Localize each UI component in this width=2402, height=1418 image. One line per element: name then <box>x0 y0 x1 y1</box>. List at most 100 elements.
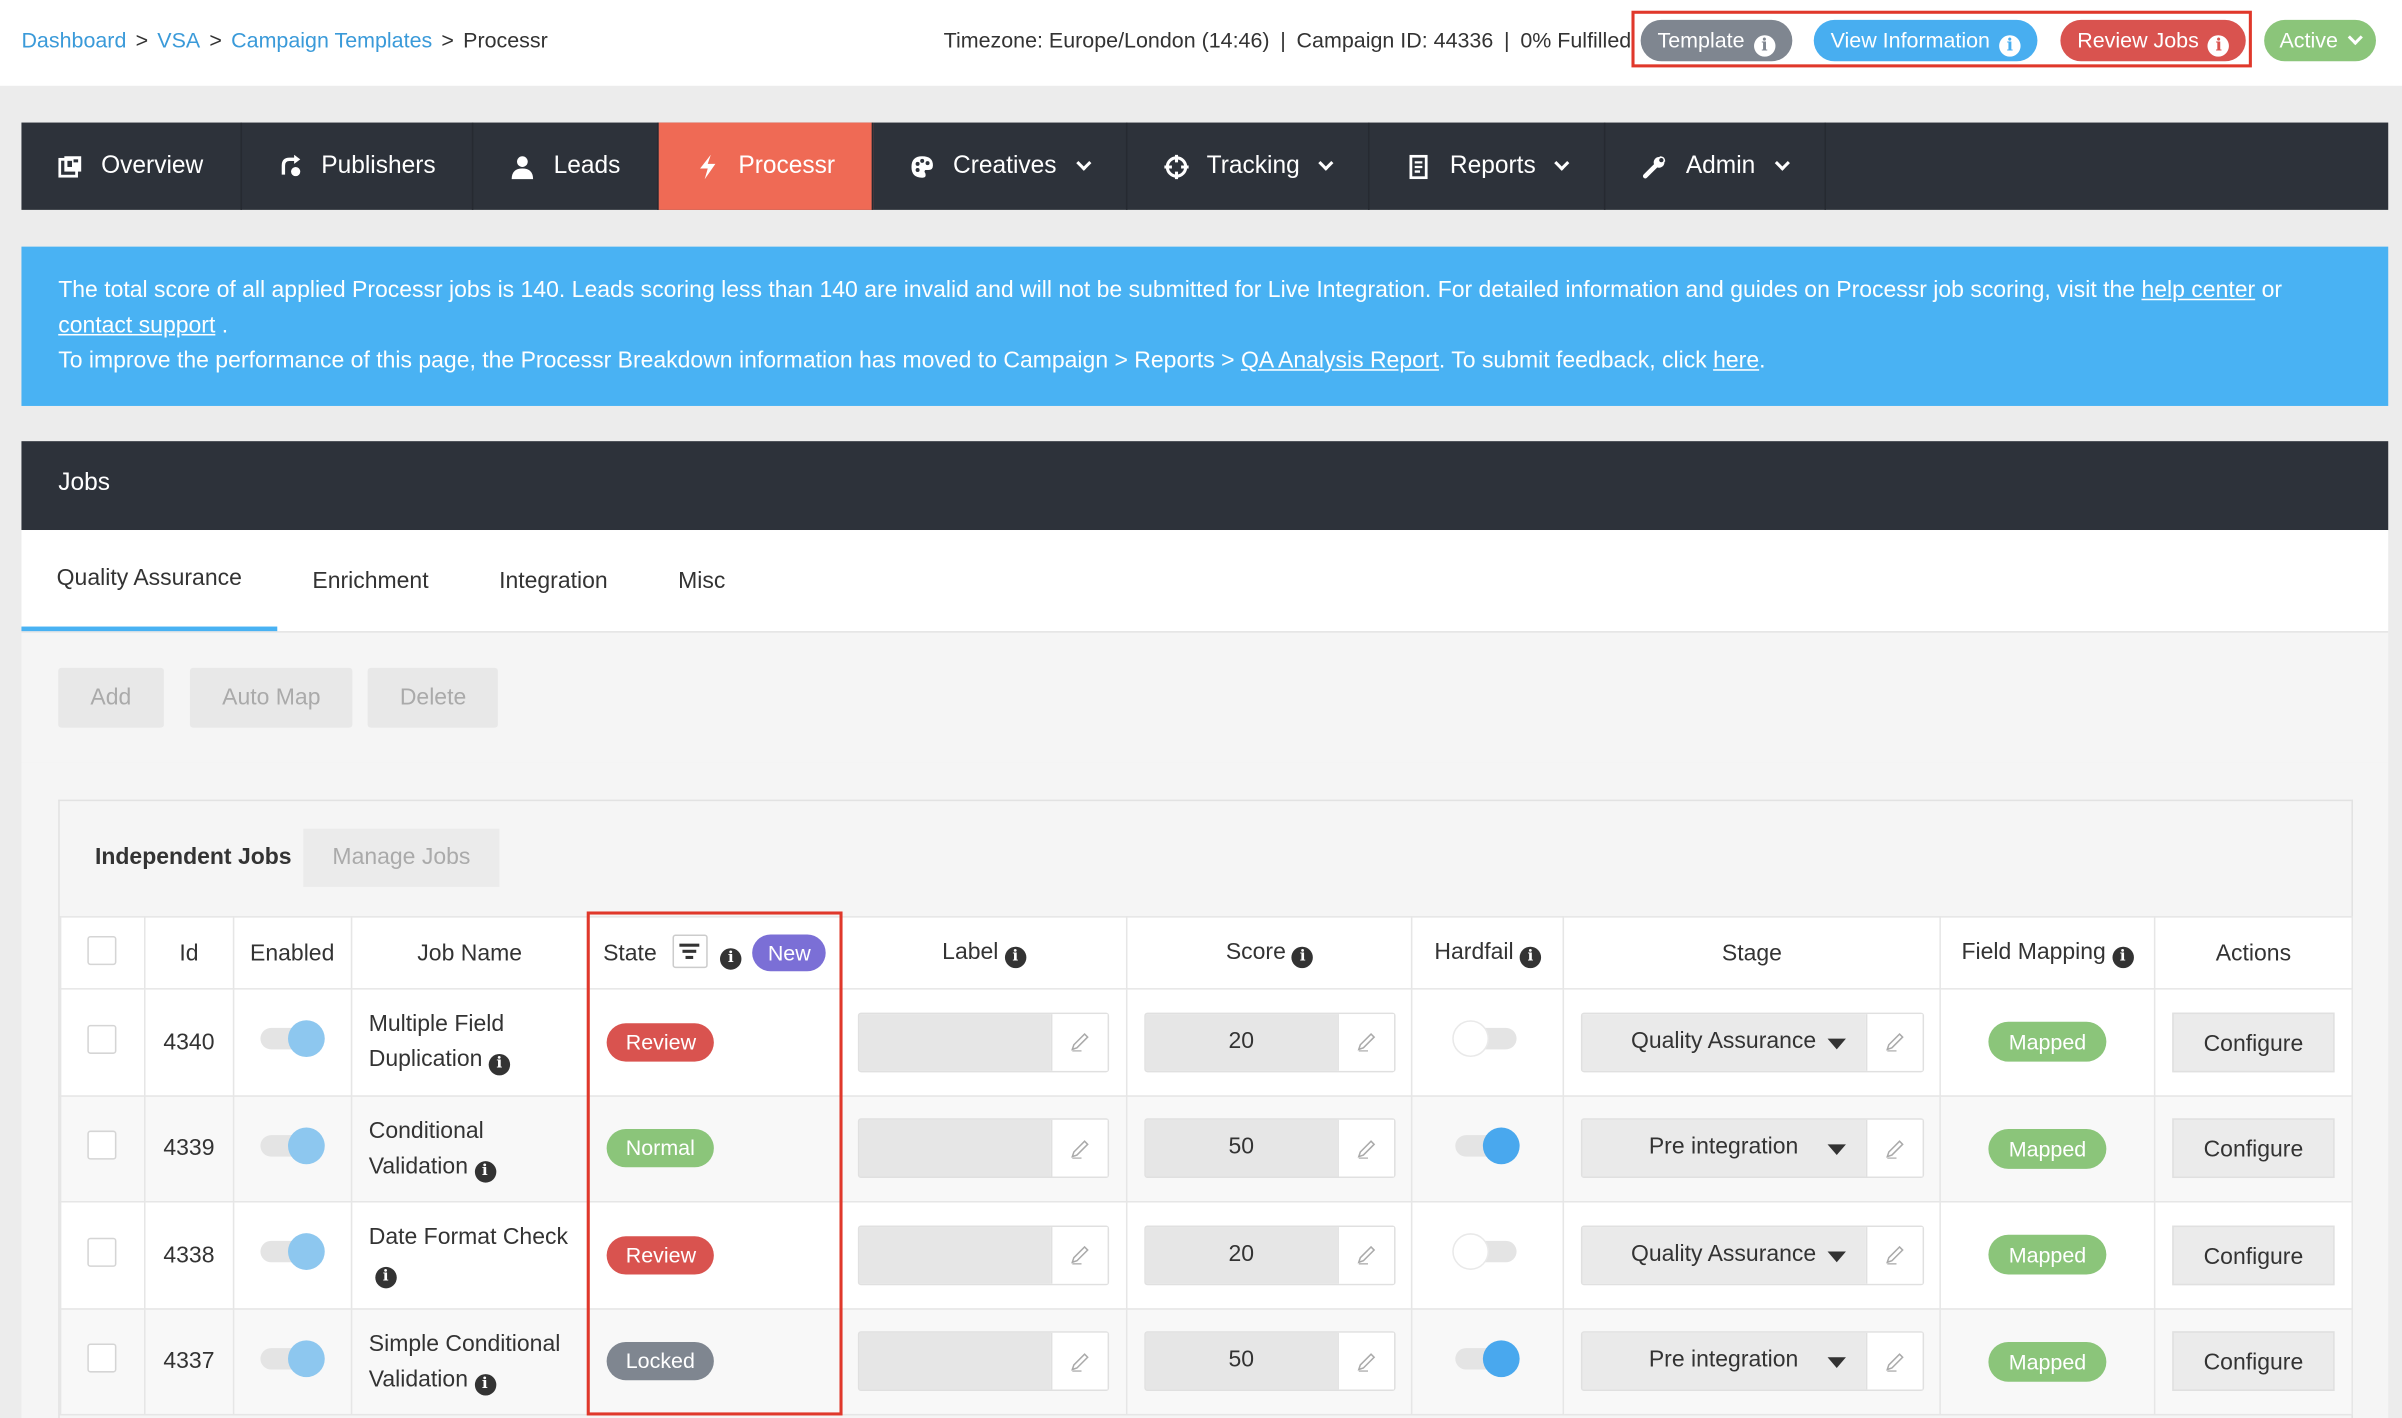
pencil-icon[interactable] <box>1337 1013 1394 1071</box>
row-checkbox[interactable] <box>87 1024 118 1054</box>
breadcrumb-dashboard[interactable]: Dashboard <box>21 28 126 53</box>
stage-select[interactable]: Pre integration <box>1581 1120 1866 1177</box>
row-checkbox[interactable] <box>87 1237 118 1267</box>
configure-button[interactable]: Configure <box>2172 1225 2334 1285</box>
status-dropdown[interactable]: Active <box>2264 19 2377 62</box>
pencil-icon[interactable] <box>1051 1333 1109 1390</box>
hardfail-toggle[interactable] <box>1455 1340 1520 1377</box>
row-checkbox[interactable] <box>87 1343 118 1373</box>
nav-leads[interactable]: Leads <box>474 122 659 210</box>
stage-select[interactable]: Quality Assurance <box>1581 1013 1866 1071</box>
pencil-icon[interactable] <box>1337 1333 1394 1390</box>
configure-button[interactable]: Configure <box>2172 1118 2334 1179</box>
actions-cell: Configure <box>2153 1201 2353 1310</box>
pencil-icon[interactable] <box>1865 1333 1922 1390</box>
delete-button[interactable]: Delete <box>367 667 499 728</box>
nav-label: Publishers <box>321 152 436 179</box>
qa-analysis-report-link[interactable]: QA Analysis Report <box>1241 348 1439 374</box>
feedback-here-link[interactable]: here <box>1713 348 1759 374</box>
filter-icon[interactable] <box>672 934 708 969</box>
info-icon[interactable]: i <box>488 1054 511 1076</box>
auto-map-button[interactable]: Auto Map <box>189 667 353 728</box>
hardfail-toggle[interactable] <box>1452 1020 1520 1058</box>
pencil-icon[interactable] <box>1865 1120 1922 1177</box>
breadcrumb-campaign-templates[interactable]: Campaign Templates <box>231 28 432 53</box>
tab-misc[interactable]: Misc <box>643 530 761 631</box>
info-icon[interactable]: i <box>374 1267 397 1289</box>
enabled-toggle[interactable] <box>260 1340 325 1377</box>
score-input[interactable]: 20 <box>1145 1226 1338 1284</box>
nav-tracking[interactable]: Tracking <box>1127 122 1371 210</box>
report-icon <box>1407 154 1432 179</box>
state-cell: Locked <box>587 1307 842 1416</box>
nav-processr[interactable]: Processr <box>658 122 874 210</box>
info-icon[interactable]: i <box>1004 945 1026 968</box>
label-input-group <box>858 1118 1110 1179</box>
chevron-down-icon <box>1554 155 1571 171</box>
row-checkbox[interactable] <box>87 1130 118 1161</box>
score-input[interactable]: 50 <box>1145 1333 1338 1390</box>
select-all-checkbox[interactable] <box>87 935 118 965</box>
hardfail-toggle[interactable] <box>1452 1233 1520 1271</box>
banner-text: The total score of all applied Processr … <box>58 277 2136 304</box>
score-input[interactable]: 50 <box>1145 1120 1338 1177</box>
nav-overview[interactable]: Overview <box>21 122 242 210</box>
pencil-icon[interactable] <box>1051 1120 1109 1177</box>
add-button[interactable]: Add <box>58 667 164 728</box>
stage-select[interactable]: Quality Assurance <box>1581 1226 1866 1284</box>
row-select-cell <box>59 1094 146 1203</box>
nav-creatives[interactable]: Creatives <box>873 122 1127 210</box>
job-name-line-1: Multiple Field <box>368 1011 505 1038</box>
pencil-icon[interactable] <box>1865 1013 1922 1071</box>
configure-button[interactable]: Configure <box>2172 1331 2334 1392</box>
chevron-down-icon <box>1318 155 1335 171</box>
info-icon[interactable]: i <box>1291 945 1314 968</box>
info-icon[interactable]: i <box>474 1373 496 1396</box>
label-input[interactable] <box>859 1226 1052 1284</box>
tab-quality-assurance[interactable]: Quality Assurance <box>21 530 278 632</box>
enabled-cell <box>232 1307 352 1416</box>
enabled-toggle[interactable] <box>260 1127 325 1164</box>
score-input[interactable]: 20 <box>1145 1013 1338 1071</box>
manage-jobs-button[interactable]: Manage Jobs <box>303 828 500 887</box>
score-cell: 20 <box>1126 988 1413 1097</box>
enabled-toggle[interactable] <box>260 1020 325 1058</box>
template-button[interactable]: Template i <box>1640 19 1793 62</box>
caret-down-icon <box>1826 1251 1846 1262</box>
user-icon <box>511 154 536 179</box>
caret-down-icon <box>1826 1357 1846 1369</box>
pencil-icon[interactable] <box>1051 1226 1109 1284</box>
view-information-button[interactable]: View Information i <box>1813 19 2038 62</box>
enabled-cell <box>232 1201 352 1310</box>
review-jobs-label: Review Jobs <box>2077 27 2199 53</box>
configure-button[interactable]: Configure <box>2172 1012 2334 1072</box>
pencil-icon[interactable] <box>1337 1226 1394 1284</box>
info-icon[interactable]: i <box>474 1160 496 1183</box>
score-input-group: 50 <box>1144 1118 1396 1179</box>
jobs-tabs: Quality Assurance Enrichment Integration… <box>21 530 2389 633</box>
pencil-icon[interactable] <box>1051 1013 1109 1071</box>
enabled-toggle[interactable] <box>260 1233 325 1271</box>
info-icon[interactable]: i <box>2111 945 2134 968</box>
tab-enrichment[interactable]: Enrichment <box>277 530 464 631</box>
nav-reports[interactable]: Reports <box>1370 122 1607 210</box>
table-header-row: Id Enabled Job Name State i New Label i S… <box>59 916 2353 990</box>
review-jobs-button[interactable]: Review Jobs i <box>2060 19 2247 62</box>
contact-support-link[interactable]: contact support <box>58 313 215 339</box>
label-input[interactable] <box>859 1013 1052 1071</box>
tab-integration[interactable]: Integration <box>464 530 643 631</box>
hardfail-toggle[interactable] <box>1455 1127 1520 1164</box>
nav-label: Admin <box>1685 152 1756 179</box>
help-center-link[interactable]: help center <box>2141 277 2255 303</box>
nav-publishers[interactable]: Publishers <box>242 122 474 210</box>
nav-admin[interactable]: Admin <box>1606 122 1826 210</box>
info-icon[interactable]: i <box>1519 945 1542 968</box>
pencil-icon[interactable] <box>1337 1120 1394 1177</box>
pencil-icon[interactable] <box>1865 1226 1922 1284</box>
stage-select[interactable]: Pre integration <box>1581 1333 1866 1390</box>
label-input[interactable] <box>859 1120 1052 1177</box>
info-icon[interactable]: i <box>720 948 742 970</box>
label-header-label: Label <box>942 938 999 965</box>
label-input[interactable] <box>859 1333 1052 1390</box>
breadcrumb-vsa[interactable]: VSA <box>157 28 200 53</box>
